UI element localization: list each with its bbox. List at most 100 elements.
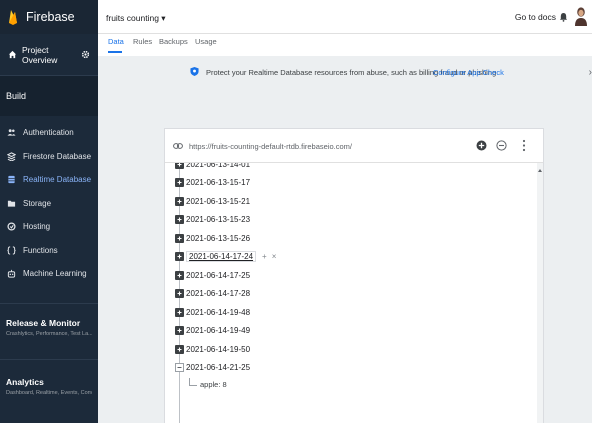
- tab-bar: Data Rules Backups Usage: [98, 34, 592, 56]
- leaf-value[interactable]: apple: 8: [189, 378, 227, 390]
- tree-node[interactable]: 2021-06-14-19-48: [175, 305, 250, 319]
- more-vert-icon[interactable]: [522, 139, 526, 152]
- expand-toggle-icon[interactable]: [175, 163, 184, 169]
- banner-dismiss-icon[interactable]: ›: [589, 67, 592, 78]
- sidebar: Firebase Project Overview Build Authenti…: [0, 0, 98, 423]
- database-url[interactable]: https://fruits-counting-default-rtdb.fir…: [189, 142, 352, 151]
- sidebar-item-label: Authentication: [23, 128, 74, 138]
- tree-node[interactable]: 2021-06-14-21-25: [175, 361, 250, 375]
- project-overview-label: Project Overview: [22, 44, 58, 65]
- tree-node[interactable]: 2021-06-14-19-49: [175, 324, 250, 338]
- tab-backups[interactable]: Backups: [159, 37, 188, 46]
- project-selector[interactable]: fruits counting ▾: [106, 13, 166, 24]
- folder-icon: [7, 200, 16, 207]
- tree-scrollbar[interactable]: [537, 163, 543, 423]
- people-icon: [7, 129, 16, 136]
- hosting-icon: [7, 222, 16, 231]
- tree-node[interactable]: 2021-06-14-19-50: [175, 342, 250, 356]
- sidebar-item-hosting[interactable]: Hosting: [0, 215, 98, 239]
- tree-node-key: 2021-06-14-19-48: [186, 307, 251, 317]
- expand-toggle-icon[interactable]: [175, 252, 184, 261]
- expand-toggle-icon[interactable]: [175, 289, 184, 298]
- bell-icon[interactable]: [559, 12, 568, 22]
- tab-rules[interactable]: Rules: [133, 37, 152, 46]
- database-url-bar: https://fruits-counting-default-rtdb.fir…: [165, 129, 543, 163]
- sidebar-divider: [0, 303, 98, 304]
- expand-toggle-icon[interactable]: [175, 178, 184, 187]
- collapse-icon[interactable]: [496, 140, 507, 151]
- caret-down-icon: ▾: [161, 13, 166, 23]
- brand[interactable]: Firebase: [0, 0, 98, 34]
- tree-node-key: 2021-06-13-15-26: [186, 233, 251, 243]
- brand-title: Firebase: [26, 10, 75, 24]
- analytics-subtitle: Dashboard, Realtime, Events, Conv...: [6, 390, 92, 396]
- release-monitor-subtitle: Crashlytics, Performance, Test La...: [6, 331, 92, 337]
- tree-node-key: 2021-06-13-15-21: [186, 196, 251, 206]
- leaf-text: apple: 8: [200, 379, 227, 389]
- sidebar-item-label: Firestore Database: [23, 151, 92, 161]
- tree-node-key: 2021-06-13-15-17: [186, 178, 251, 187]
- tree-node-key: 2021-06-14-19-49: [186, 326, 251, 335]
- release-monitor-group[interactable]: Release & Monitor Crashlytics, Performan…: [0, 318, 98, 337]
- analytics-group[interactable]: Analytics Dashboard, Realtime, Events, C…: [0, 377, 98, 396]
- analytics-title: Analytics: [6, 377, 44, 387]
- database-panel: https://fruits-counting-default-rtdb.fir…: [164, 128, 544, 423]
- firestore-icon: [7, 152, 16, 161]
- database-tree: apple: 8 2021-06-13-14-01 2021-06-13-15-1…: [165, 163, 539, 423]
- expand-toggle-icon[interactable]: [175, 215, 184, 224]
- add-child-icon[interactable]: +: [262, 252, 267, 261]
- expand-toggle-icon[interactable]: [175, 326, 184, 335]
- tree-node-key: 2021-06-14-17-25: [186, 270, 251, 280]
- build-title: Build: [6, 91, 27, 101]
- expand-toggle-icon[interactable]: [175, 196, 184, 206]
- tab-usage[interactable]: Usage: [195, 37, 217, 46]
- tree-node[interactable]: 2021-06-14-17-24 + ×: [175, 250, 276, 264]
- gear-icon[interactable]: [81, 50, 90, 59]
- add-node-icon[interactable]: [476, 140, 487, 151]
- tree-node[interactable]: 2021-06-14-17-25: [175, 268, 250, 282]
- sidebar-item-realtime-database[interactable]: Realtime Database: [0, 168, 98, 192]
- link-icon[interactable]: [173, 142, 183, 150]
- sidebar-item-storage[interactable]: Storage: [0, 192, 98, 216]
- release-monitor-title: Release & Monitor: [6, 318, 81, 328]
- tree-node-key: 2021-06-14-21-25: [186, 363, 251, 372]
- tree-node[interactable]: 2021-06-13-14-01: [175, 163, 250, 171]
- scroll-up-arrow-icon[interactable]: [538, 169, 542, 172]
- tree-node[interactable]: 2021-06-14-17-28: [175, 287, 250, 301]
- sidebar-item-machine-learning[interactable]: Machine Learning: [0, 262, 98, 286]
- tree-node[interactable]: 2021-06-13-15-26: [175, 231, 250, 245]
- sidebar-divider: [0, 359, 98, 360]
- collapse-toggle-icon[interactable]: [175, 363, 184, 372]
- active-tab-indicator: [108, 51, 122, 53]
- tree-node[interactable]: 2021-06-13-15-23: [175, 213, 250, 227]
- app-check-banner: Protect your Realtime Database resources…: [98, 60, 592, 84]
- go-to-docs-link[interactable]: Go to docs: [515, 12, 556, 22]
- sidebar-item-functions[interactable]: Functions: [0, 239, 98, 263]
- build-section: Build: [0, 76, 98, 116]
- tree-node[interactable]: 2021-06-13-15-21: [175, 194, 250, 208]
- tree-node-key: 2021-06-13-14-01: [186, 163, 251, 169]
- expand-toggle-icon[interactable]: [175, 307, 184, 317]
- expand-toggle-icon[interactable]: [175, 270, 184, 280]
- tree-elbow: [189, 378, 197, 386]
- tab-data[interactable]: Data: [108, 37, 124, 46]
- sidebar-item-label: Machine Learning: [23, 269, 87, 279]
- sidebar-item-label: Storage: [23, 198, 52, 208]
- user-avatar[interactable]: [574, 6, 588, 26]
- expand-toggle-icon[interactable]: [175, 233, 184, 243]
- tree-node-key: 2021-06-14-19-50: [186, 344, 251, 354]
- project-overview[interactable]: Project Overview: [0, 34, 98, 76]
- build-nav: Authentication Firestore Database Realti…: [0, 116, 98, 286]
- sidebar-item-label: Realtime Database: [23, 175, 92, 185]
- sidebar-item-firestore[interactable]: Firestore Database: [0, 145, 98, 169]
- expand-toggle-icon[interactable]: [175, 344, 184, 354]
- database-icon: [8, 176, 15, 184]
- functions-icon: [7, 246, 16, 255]
- tree-node[interactable]: 2021-06-13-15-17: [175, 176, 250, 190]
- top-bar: fruits counting ▾ Go to docs: [98, 0, 592, 34]
- delete-node-icon[interactable]: ×: [272, 252, 277, 261]
- configure-app-check-link[interactable]: Configure App Check: [433, 68, 504, 77]
- sidebar-item-authentication[interactable]: Authentication: [0, 121, 98, 145]
- sidebar-item-label: Hosting: [23, 222, 51, 232]
- robot-icon: [7, 270, 16, 278]
